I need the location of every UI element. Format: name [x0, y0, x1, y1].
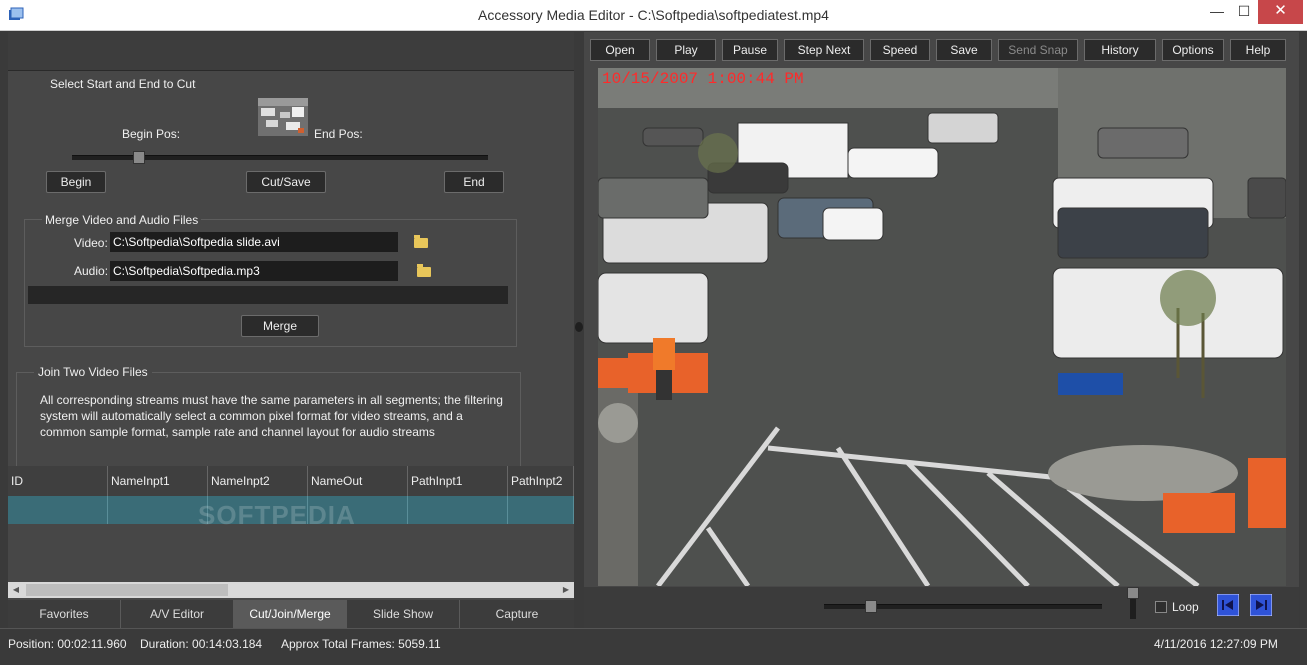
video-display[interactable]: 10/15/2007 1:00:44 PM: [598, 68, 1286, 586]
next-icon[interactable]: [1250, 594, 1272, 616]
status-bar: Position: 00:02:11.960 Duration: 00:14:0…: [0, 628, 1307, 665]
left-panel: Select Start and End to Cut Begin Pos: E…: [8, 32, 574, 628]
step-next-button[interactable]: Step Next: [784, 39, 864, 61]
grid-cell[interactable]: [8, 496, 108, 524]
join-description: All corresponding streams must have the …: [40, 393, 503, 439]
begin-pos-label: Begin Pos:: [122, 127, 181, 141]
softpedia-watermark: SOFTPEDIA: [198, 500, 356, 530]
cut-heading: Select Start and End to Cut: [50, 77, 196, 91]
scroll-thumb[interactable]: [26, 584, 228, 596]
splitter-grip-icon[interactable]: [575, 322, 583, 332]
video-label: Video:: [74, 236, 108, 250]
grid-cell[interactable]: [408, 496, 508, 524]
grid-cell[interactable]: [108, 496, 208, 524]
send-snap-button[interactable]: Send Snap: [998, 39, 1078, 61]
player-controls: Loop: [584, 587, 1299, 628]
grid-header-id[interactable]: ID: [8, 466, 108, 496]
end-pos-label: End Pos:: [314, 127, 363, 141]
panel-splitter[interactable]: [574, 32, 584, 628]
merge-button[interactable]: Merge: [241, 315, 319, 337]
tab-capture[interactable]: Capture: [460, 600, 574, 628]
video-browse-folder-icon[interactable]: [414, 235, 428, 248]
tab-av-editor[interactable]: A/V Editor: [121, 600, 234, 628]
left-header-area: [8, 32, 574, 71]
merge-heading: Merge Video and Audio Files: [42, 213, 202, 227]
options-button[interactable]: Options: [1162, 39, 1224, 61]
join-heading: Join Two Video Files: [34, 365, 152, 379]
scroll-right-icon[interactable]: ▶: [558, 582, 574, 598]
grid-header-pathinpt2[interactable]: PathInpt2: [508, 466, 574, 496]
scroll-left-icon[interactable]: ◀: [8, 582, 24, 598]
pause-button[interactable]: Pause: [722, 39, 778, 61]
merge-progress-bar: [28, 286, 508, 304]
maximize-button[interactable]: ☐: [1229, 0, 1259, 24]
bottom-tabs: Favorites A/V Editor Cut/Join/Merge Slid…: [8, 600, 574, 628]
player-panel: Open Play Pause Step Next Speed Save Sen…: [584, 32, 1299, 628]
begin-button[interactable]: Begin: [46, 171, 106, 193]
save-button[interactable]: Save: [936, 39, 992, 61]
grid-header-pathinpt1[interactable]: PathInpt1: [408, 466, 508, 496]
grid-cell[interactable]: [508, 496, 574, 524]
window-title: Accessory Media Editor - C:\Softpedia\so…: [478, 7, 829, 23]
audio-label: Audio:: [74, 264, 109, 278]
loop-checkbox[interactable]: [1155, 601, 1167, 613]
tab-slide-show[interactable]: Slide Show: [347, 600, 460, 628]
video-frame-image: 10/15/2007 1:00:44 PM: [598, 68, 1286, 586]
audio-browse-folder-icon[interactable]: [417, 264, 431, 277]
play-button[interactable]: Play: [656, 39, 716, 61]
open-button[interactable]: Open: [590, 39, 650, 61]
loop-label[interactable]: Loop: [1172, 600, 1199, 614]
cut-thumbnail: [258, 98, 308, 136]
status-position: Position: 00:02:11.960: [8, 637, 127, 651]
minimize-button[interactable]: —: [1202, 0, 1232, 24]
cut-save-button[interactable]: Cut/Save: [246, 171, 326, 193]
audio-path-field[interactable]: C:\Softpedia\Softpedia.mp3: [110, 261, 398, 281]
history-button[interactable]: History: [1084, 39, 1156, 61]
grid-header-nameinpt2[interactable]: NameInpt2: [208, 466, 308, 496]
help-button[interactable]: Help: [1230, 39, 1286, 61]
tab-favorites[interactable]: Favorites: [8, 600, 121, 628]
status-frames: Approx Total Frames: 5059.11: [281, 637, 441, 651]
status-datetime: 4/11/2016 12:27:09 PM: [1154, 637, 1278, 651]
speed-button[interactable]: Speed: [870, 39, 930, 61]
close-button[interactable]: ✕: [1258, 0, 1303, 24]
grid-header-nameinpt1[interactable]: NameInpt1: [108, 466, 208, 496]
grid-header-nameout[interactable]: NameOut: [308, 466, 408, 496]
seek-thumb[interactable]: [865, 600, 878, 613]
video-path-field[interactable]: C:\Softpedia\Softpedia slide.avi: [110, 232, 398, 252]
title-bar: Accessory Media Editor - C:\Softpedia\so…: [0, 0, 1307, 31]
volume-thumb[interactable]: [1127, 587, 1139, 599]
previous-icon[interactable]: [1217, 594, 1239, 616]
tab-cut-join-merge[interactable]: Cut/Join/Merge: [234, 600, 347, 628]
status-duration: Duration: 00:14:03.184: [140, 637, 263, 651]
video-timestamp-overlay: 10/15/2007 1:00:44 PM: [602, 70, 804, 88]
grid-horizontal-scrollbar[interactable]: ◀ ▶: [8, 582, 574, 598]
end-button[interactable]: End: [444, 171, 504, 193]
cut-slider-thumb[interactable]: [132, 151, 145, 164]
